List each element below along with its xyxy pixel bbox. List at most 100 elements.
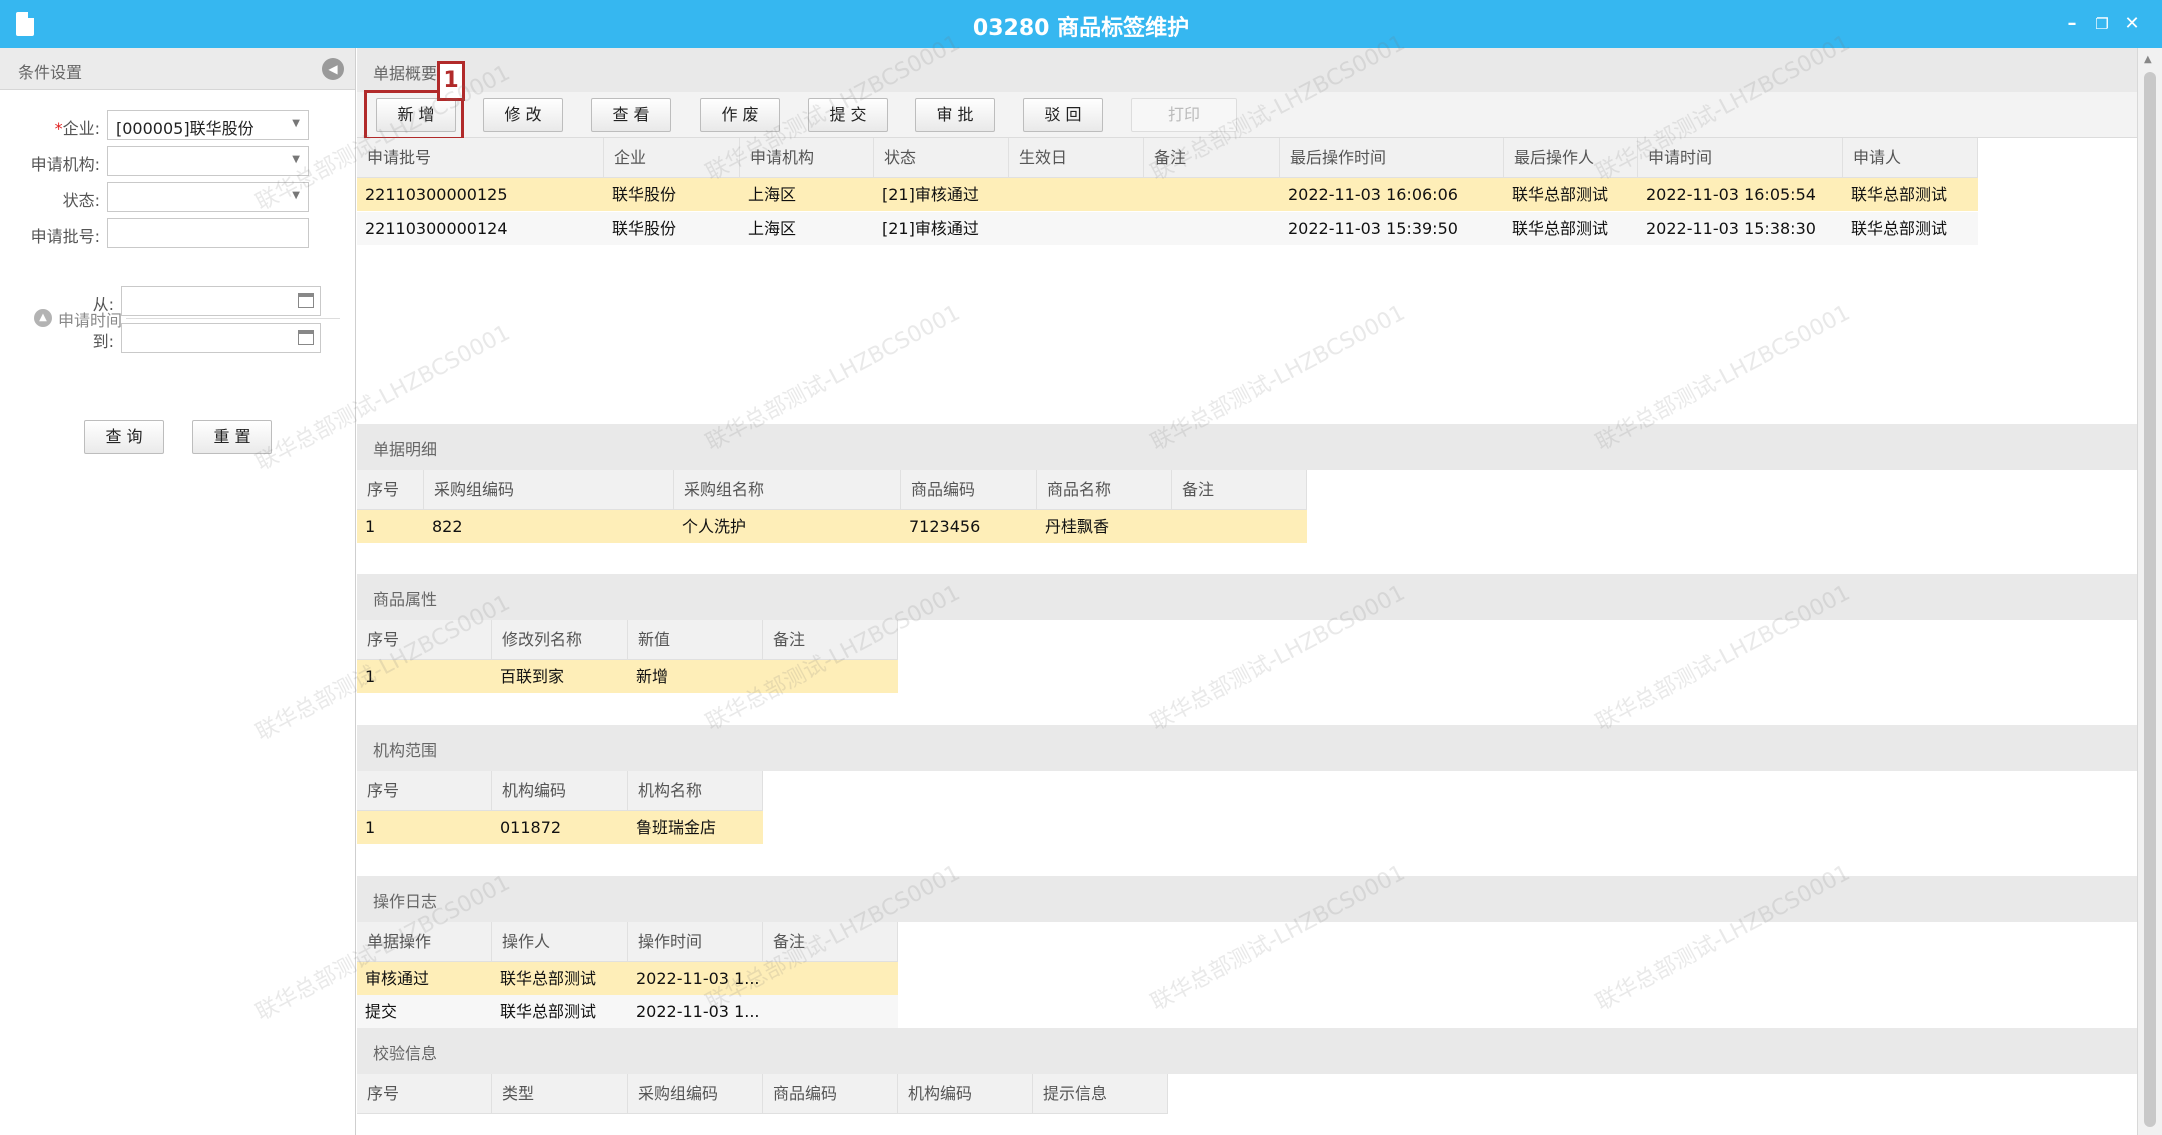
column-header[interactable]: 单据操作 (357, 922, 492, 962)
query-button[interactable]: 查 询 (84, 420, 164, 454)
table-cell (763, 995, 898, 1028)
column-header[interactable]: 最后操作人 (1504, 138, 1638, 178)
table-cell: 1 (365, 818, 376, 837)
org-select[interactable] (107, 146, 309, 176)
title-bar: 03280 商品标签维护 – ❐ ✕ (0, 0, 2162, 48)
table-header: 序号 采购组编码 采购组名称 商品编码 商品名称 备注 (357, 470, 1307, 510)
condition-panel: 条件设置 ◀ *企业: [000005]联华股份 申请机构: 状态: 申请批号:… (0, 48, 356, 1135)
table-cell (1144, 178, 1280, 211)
column-header[interactable]: 机构编码 (898, 1074, 1033, 1114)
column-header[interactable]: 申请机构 (740, 138, 874, 178)
table-cell: 22110300000125 (365, 185, 508, 204)
scrollbar-thumb[interactable] (2144, 72, 2156, 1127)
column-header[interactable]: 备注 (1144, 138, 1280, 178)
vertical-scrollbar[interactable]: ▲ (2137, 48, 2162, 1135)
table-row[interactable]: 1 百联到家 新增 (357, 660, 898, 693)
column-header[interactable]: 商品名称 (1037, 470, 1172, 510)
table-cell: 联华总部测试 (500, 1002, 597, 1021)
close-button[interactable]: ✕ (2120, 12, 2144, 36)
table-header: 序号 类型 采购组编码 商品编码 机构编码 提示信息 (357, 1074, 1168, 1114)
collapse-left-icon[interactable]: ◀ (322, 58, 344, 80)
table-cell: 1 (365, 667, 376, 686)
column-header[interactable]: 序号 (357, 771, 492, 811)
attributes-header: 商品属性 (357, 574, 2137, 620)
column-header[interactable]: 申请时间 (1638, 138, 1843, 178)
scroll-up-icon[interactable]: ▲ (2144, 54, 2152, 65)
column-header[interactable]: 序号 (357, 1074, 492, 1114)
table-cell: 2022-11-03 15:39:50 (1288, 219, 1458, 238)
calendar-icon[interactable] (298, 330, 314, 345)
batch-no-row: 申请批号: (0, 218, 356, 248)
table-cell (1009, 212, 1144, 245)
column-header[interactable]: 申请批号 (357, 138, 604, 178)
column-header[interactable]: 序号 (357, 470, 424, 510)
column-header[interactable]: 采购组名称 (674, 470, 901, 510)
table-cell: 上海区 (748, 185, 797, 204)
column-header[interactable]: 备注 (1172, 470, 1307, 510)
column-header[interactable]: 采购组编码 (628, 1074, 763, 1114)
table-header: 申请批号 企业 申请机构 状态 生效日 备注 最后操作时间 最后操作人 申请时间 申请人 (357, 138, 1978, 178)
table-cell: 2022-11-03 1... (636, 969, 760, 988)
summary-toolbar: 新 增 修 改 查 看 作 废 提 交 审 批 驳 回 打印 (357, 92, 2137, 138)
table-row[interactable]: 22110300000125 联华股份 上海区 [21]审核通过 2022-11-03 … (357, 178, 1978, 211)
column-header[interactable]: 机构名称 (628, 771, 763, 811)
restore-button[interactable]: ❐ (2090, 12, 2114, 36)
column-header[interactable]: 企业 (604, 138, 740, 178)
company-select[interactable]: [000005]联华股份 (107, 110, 309, 140)
table-row[interactable]: 审核通过 联华总部测试 2022-11-03 1... (357, 962, 898, 995)
table-cell: 上海区 (748, 219, 797, 238)
table-cell: [21]审核通过 (882, 219, 979, 238)
edit-button[interactable]: 修 改 (483, 98, 563, 132)
minimize-button[interactable]: – (2060, 12, 2084, 36)
table-cell: 新增 (636, 667, 669, 686)
attributes-title: 商品属性 (373, 590, 438, 609)
calendar-icon[interactable] (298, 293, 314, 308)
to-date-input[interactable] (121, 323, 321, 353)
void-button[interactable]: 作 废 (700, 98, 780, 132)
table-row[interactable]: 1 011872 鲁班瑞金店 (357, 811, 763, 844)
column-header[interactable]: 采购组编码 (424, 470, 674, 510)
table-row[interactable]: 22110300000124 联华股份 上海区 [21]审核通过 2022-11-03 … (357, 212, 1978, 245)
column-header[interactable]: 商品编码 (901, 470, 1037, 510)
column-header[interactable]: 修改列名称 (492, 620, 628, 660)
column-header[interactable]: 机构编码 (492, 771, 628, 811)
submit-button[interactable]: 提 交 (808, 98, 888, 132)
print-button[interactable]: 打印 (1131, 98, 1237, 132)
table-cell: 联华总部测试 (500, 969, 597, 988)
table-cell (763, 962, 898, 995)
reject-button[interactable]: 驳 回 (1023, 98, 1103, 132)
column-header[interactable]: 新值 (628, 620, 763, 660)
column-header[interactable]: 备注 (763, 922, 898, 962)
approve-button[interactable]: 审 批 (915, 98, 995, 132)
column-header[interactable]: 商品编码 (763, 1074, 898, 1114)
column-header[interactable]: 类型 (492, 1074, 628, 1114)
log-header: 操作日志 (357, 876, 2137, 922)
reset-button[interactable]: 重 置 (192, 420, 272, 454)
validation-header: 校验信息 (357, 1028, 2137, 1074)
table-cell: 联华股份 (612, 219, 677, 238)
column-header[interactable]: 提示信息 (1033, 1074, 1168, 1114)
table-cell: 百联到家 (500, 667, 565, 686)
table-header: 单据操作 操作人 操作时间 备注 (357, 922, 898, 962)
table-row[interactable]: 提交 联华总部测试 2022-11-03 1... (357, 995, 898, 1028)
org-scope-header: 机构范围 (357, 725, 2137, 771)
column-header[interactable]: 最后操作时间 (1280, 138, 1504, 178)
table-cell: 联华总部测试 (1851, 185, 1948, 204)
table-cell: 7123456 (909, 517, 981, 536)
column-header[interactable]: 生效日 (1009, 138, 1144, 178)
status-select[interactable] (107, 182, 309, 212)
table-cell: 丹桂飘香 (1045, 517, 1110, 536)
column-header[interactable]: 状态 (874, 138, 1009, 178)
batch-no-input[interactable] (107, 218, 309, 248)
table-row[interactable]: 1 822 个人洗护 7123456 丹桂飘香 (357, 510, 1307, 543)
column-header[interactable]: 备注 (763, 620, 898, 660)
column-header[interactable]: 序号 (357, 620, 492, 660)
from-label: 从: (92, 295, 114, 314)
column-header[interactable]: 操作时间 (628, 922, 763, 962)
view-button[interactable]: 查 看 (591, 98, 671, 132)
column-header[interactable]: 操作人 (492, 922, 628, 962)
table-cell: [21]审核通过 (882, 185, 979, 204)
from-date-input[interactable] (121, 286, 321, 316)
column-header[interactable]: 申请人 (1843, 138, 1978, 178)
window-title: 03280 商品标签维护 (972, 16, 1190, 41)
